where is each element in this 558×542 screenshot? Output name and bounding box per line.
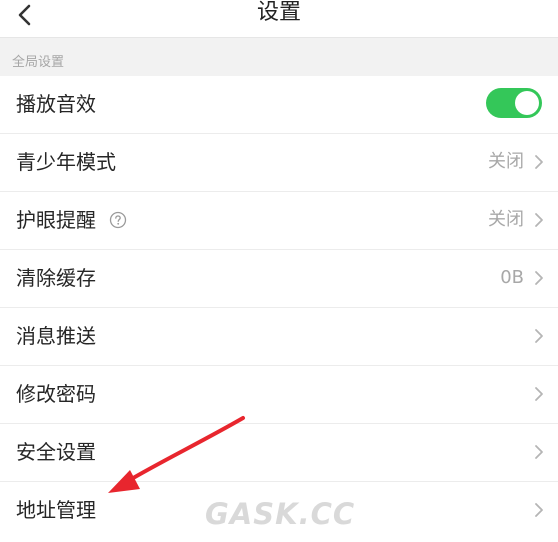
settings-row-address-management[interactable]: 地址管理 [0, 482, 558, 542]
settings-row-teen-mode[interactable]: 青少年模式 关闭 [0, 134, 558, 192]
settings-list: 播放音效 青少年模式 关闭 护眼提醒 关闭 清除缓存 0B 消息推送 修改密码 … [0, 76, 558, 542]
question-circle-icon[interactable] [109, 211, 127, 229]
row-label: 消息推送 [16, 324, 96, 348]
section-label: 全局设置 [12, 55, 65, 70]
row-label: 安全设置 [16, 440, 96, 464]
top-bar: 设置 [0, 0, 558, 38]
row-label: 清除缓存 [16, 266, 96, 290]
chevron-right-icon [535, 213, 543, 227]
chevron-right-icon [535, 445, 543, 459]
chevron-right-icon [535, 387, 543, 401]
row-label: 修改密码 [16, 382, 96, 406]
settings-row-change-password[interactable]: 修改密码 [0, 366, 558, 424]
page-title: 设置 [256, 0, 301, 25]
chevron-right-icon [535, 329, 543, 343]
settings-row-security[interactable]: 安全设置 [0, 424, 558, 482]
settings-row-sound-effects[interactable]: 播放音效 [0, 76, 558, 134]
row-label: 地址管理 [16, 498, 96, 522]
row-value: 关闭 [488, 151, 524, 172]
row-label: 护眼提醒 [16, 208, 96, 232]
row-value: 0B [500, 267, 524, 288]
settings-row-clear-cache[interactable]: 清除缓存 0B [0, 250, 558, 308]
sound-effects-toggle[interactable] [486, 88, 542, 118]
row-label: 播放音效 [16, 92, 96, 116]
toggle-knob [515, 91, 539, 115]
chevron-right-icon [535, 503, 543, 517]
settings-row-push-notifications[interactable]: 消息推送 [0, 308, 558, 366]
chevron-right-icon [535, 155, 543, 169]
chevron-right-icon [535, 271, 543, 285]
row-value: 关闭 [488, 209, 524, 230]
settings-row-eye-care[interactable]: 护眼提醒 关闭 [0, 192, 558, 250]
row-label: 青少年模式 [16, 150, 116, 174]
